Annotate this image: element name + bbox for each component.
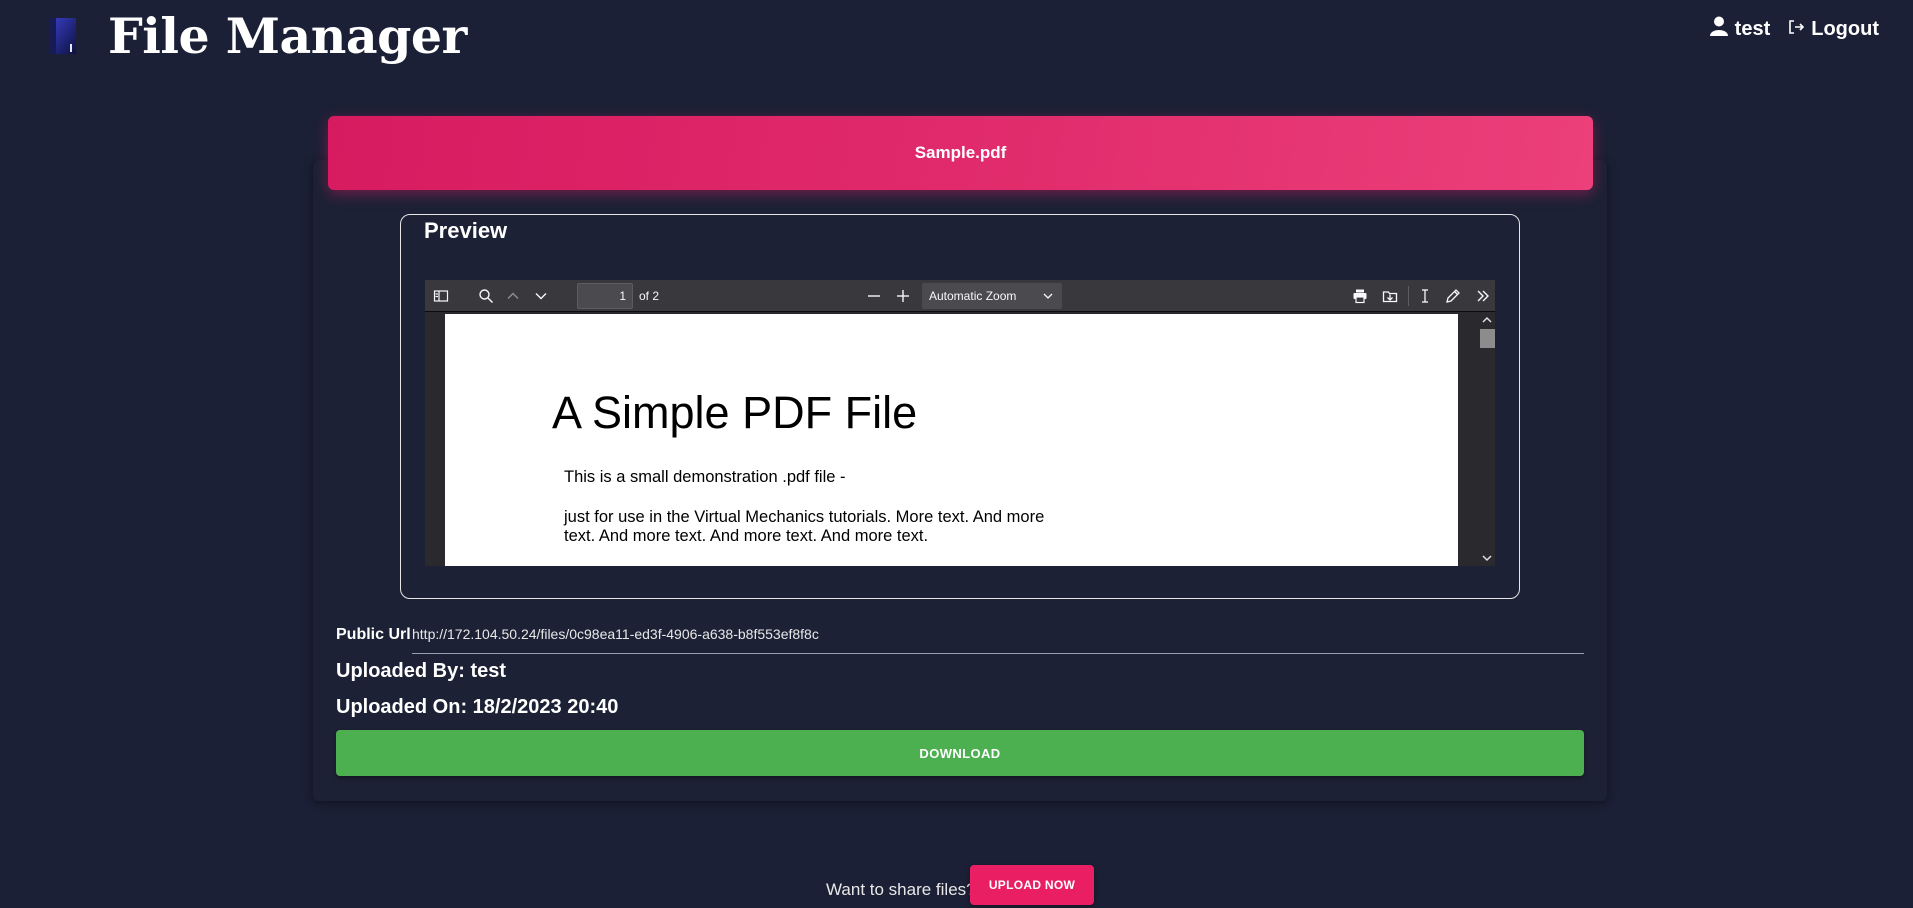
logout-label: Logout	[1811, 17, 1879, 40]
public-url-label: Public Url	[336, 626, 411, 643]
zoom-value: Automatic Zoom	[929, 289, 1017, 303]
pdf-text-line: This is a small demonstration .pdf file …	[564, 468, 846, 486]
edit-icon[interactable]	[1441, 284, 1465, 308]
app-title: File Manager	[108, 7, 467, 65]
page-count: of 2	[639, 289, 660, 303]
uploaded-by: Uploaded By: test	[336, 660, 507, 682]
pdf-scrollbar[interactable]	[1478, 312, 1495, 566]
download-button[interactable]: DOWNLOAD	[336, 730, 1584, 776]
page-number-input[interactable]	[577, 283, 633, 309]
pdf-heading: A Simple PDF File	[552, 387, 918, 438]
download-icon[interactable]	[1378, 284, 1402, 308]
upload-now-button[interactable]: UPLOAD NOW	[970, 865, 1094, 905]
sidebar-toggle-icon[interactable]	[429, 284, 453, 308]
print-icon[interactable]	[1348, 284, 1372, 308]
more-tools-icon[interactable]	[1471, 284, 1495, 308]
pdf-page: A Simple PDF File This is a small demons…	[445, 314, 1458, 566]
text-select-icon[interactable]	[1413, 284, 1437, 308]
user-menu: test Logout	[1709, 16, 1879, 42]
zoom-select[interactable]: Automatic Zoom	[922, 283, 1062, 309]
logout-button[interactable]: Logout	[1788, 18, 1879, 41]
pdf-viewer[interactable]: of 2 Automatic Zoom A Simple PDF File	[425, 280, 1495, 566]
previous-page-icon[interactable]	[501, 284, 525, 308]
logout-icon	[1788, 18, 1805, 41]
pdf-text-line: just for use in the Virtual Mechanics tu…	[564, 508, 1045, 526]
user-icon	[1709, 16, 1728, 42]
user-profile-link[interactable]: test	[1709, 16, 1771, 42]
file-name-header: Sample.pdf	[328, 116, 1593, 190]
scrollbar-thumb[interactable]	[1480, 329, 1495, 348]
public-url-field[interactable]: http://172.104.50.24/files/0c98ea11-ed3f…	[412, 624, 1584, 654]
pdf-text-line: text. And more text. And more text. And …	[564, 527, 929, 545]
pdf-toolbar: of 2 Automatic Zoom	[425, 280, 1495, 312]
search-icon[interactable]	[474, 284, 498, 308]
zoom-out-icon[interactable]	[862, 284, 886, 308]
share-prompt: Want to share files?	[826, 880, 976, 899]
uploaded-on: Uploaded On: 18/2/2023 20:40	[336, 696, 619, 718]
zoom-in-icon[interactable]	[891, 284, 915, 308]
toolbar-separator	[1408, 286, 1409, 306]
next-page-icon[interactable]	[529, 284, 553, 308]
preview-title: Preview	[424, 218, 508, 243]
file-manager-logo[interactable]	[46, 14, 82, 58]
scroll-down-icon[interactable]	[1481, 552, 1493, 564]
scroll-up-icon[interactable]	[1481, 314, 1493, 326]
user-name: test	[1734, 17, 1771, 40]
public-url-value[interactable]: http://172.104.50.24/files/0c98ea11-ed3f…	[412, 626, 819, 642]
chevron-down-icon	[1043, 293, 1053, 299]
